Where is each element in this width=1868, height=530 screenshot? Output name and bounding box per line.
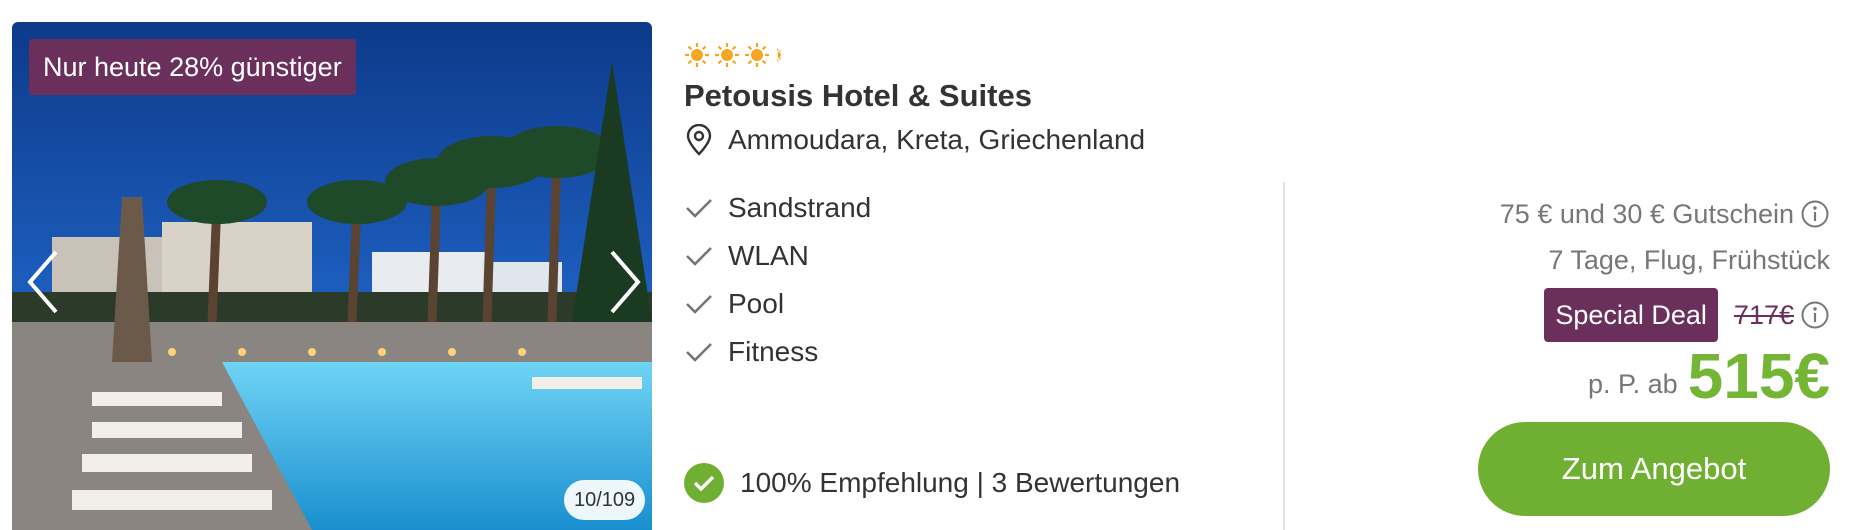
rating-text: 100% Empfehlung | 3 Bewertungen (740, 467, 1181, 498)
sun-icon (685, 43, 709, 67)
column-divider (1283, 182, 1285, 530)
feature-label: Sandstrand (728, 192, 872, 223)
deal-row: Special Deal 717€ (1350, 288, 1830, 342)
chevron-right-icon (610, 250, 641, 314)
location-text: Ammoudara, Kreta, Griechenland (728, 124, 1146, 155)
list-item: WLAN (684, 232, 871, 280)
zum-angebot-button[interactable]: Zum Angebot (1478, 422, 1830, 516)
hotel-image-gallery[interactable]: Nur heute 28% günstiger 10/109 (12, 22, 652, 530)
list-item: Pool (684, 280, 871, 328)
current-price: 515€ (1687, 340, 1830, 412)
price-row: p. P. ab 515€ (1350, 340, 1830, 412)
package-text: 7 Tage, Flug, Frühstück (1548, 244, 1830, 275)
hotel-location: Ammoudara, Kreta, Griechenland (684, 120, 1145, 160)
half-sun-icon (777, 48, 781, 62)
gallery-prev-button[interactable] (18, 242, 68, 322)
feature-list: Sandstrand WLAN Pool Fitness (684, 184, 871, 376)
discount-badge: Nur heute 28% günstiger (29, 39, 356, 95)
price-box: 75 € und 30 € Gutschein 7 Tage, Flug, Fr… (1350, 194, 1830, 516)
feature-label: Pool (728, 288, 785, 319)
check-icon (686, 247, 712, 266)
map-pin-icon (686, 124, 712, 156)
info-icon[interactable] (1800, 199, 1830, 229)
list-item: Sandstrand (684, 184, 871, 232)
special-deal-badge: Special Deal (1544, 288, 1718, 342)
sun-icon (745, 43, 769, 67)
check-circle-icon (684, 463, 724, 503)
hotel-photo[interactable] (12, 22, 652, 530)
feature-label: Fitness (728, 336, 819, 367)
image-counter: 10/109 (564, 480, 646, 520)
chevron-left-icon (27, 250, 58, 314)
voucher-row: 75 € und 30 € Gutschein (1350, 194, 1830, 234)
check-icon (686, 199, 712, 218)
recommendation-rating[interactable]: 100% Empfehlung | 3 Bewertungen (684, 462, 1180, 504)
list-item: Fitness (684, 328, 871, 376)
hotel-name[interactable]: Petousis Hotel & Suites (684, 78, 1032, 114)
star-rating (684, 42, 788, 68)
gallery-next-button[interactable] (600, 242, 650, 322)
sun-icon (715, 43, 739, 67)
check-icon (686, 343, 712, 362)
old-price: 717€ (1733, 299, 1794, 330)
package-row: 7 Tage, Flug, Frühstück (1350, 240, 1830, 280)
price-prefix: p. P. ab (1588, 369, 1678, 399)
feature-label: WLAN (728, 240, 809, 271)
info-icon[interactable] (1800, 300, 1830, 330)
check-icon (686, 295, 712, 314)
voucher-text: 75 € und 30 € Gutschein (1499, 198, 1794, 229)
